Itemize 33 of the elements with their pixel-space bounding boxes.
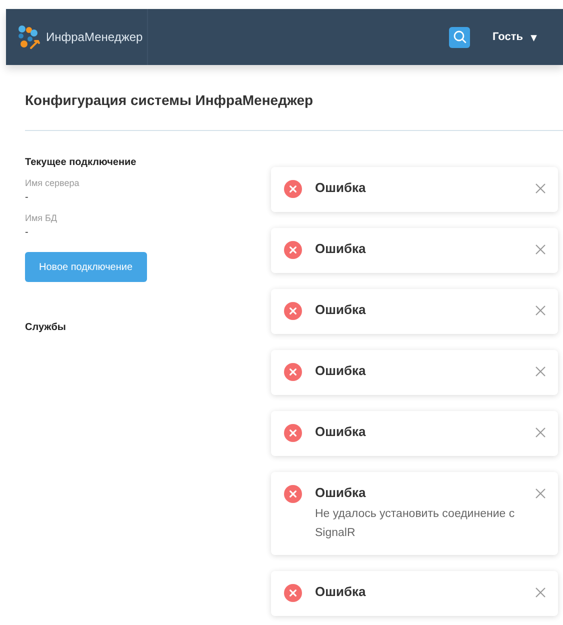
close-button[interactable] [535,244,546,255]
error-icon [284,485,302,503]
section-heading: Текущее подключение [25,157,136,168]
close-button[interactable] [535,305,546,316]
app-name: ИнфраМенеджер [46,30,143,44]
field-label: Имя БД [25,213,58,223]
close-button[interactable] [535,488,546,499]
field-value: - [25,192,28,203]
close-button[interactable] [535,587,546,598]
search-button[interactable] [449,26,470,48]
notification-title: Ошибка [315,302,367,317]
section-heading: Службы [25,322,66,333]
notification-title: Ошибка [315,241,367,256]
notification-title: Ошибка [315,584,367,599]
error-icon [284,241,302,259]
error-icon [284,363,302,381]
notification-title: Ошибка [315,424,367,439]
field-label: Имя сервера [25,178,80,188]
page-title: Конфигурация системы ИнфраМенеджер [25,92,314,108]
close-button[interactable] [535,183,546,194]
error-icon [284,302,302,320]
notification-title: Ошибка [315,180,367,195]
notification-title: Ошибка [315,363,367,378]
logo-icon [16,24,42,50]
error-icon [284,584,302,602]
error-icon [284,424,302,442]
notification-title: Ошибка [315,485,367,500]
error-icon [284,180,302,198]
close-button[interactable] [535,427,546,438]
user-menu[interactable]: Гость ▾ [492,30,537,44]
field-value: - [25,227,28,238]
notification-message: Не удалось установить соединение с SignalR [315,507,516,541]
close-button[interactable] [535,366,546,377]
